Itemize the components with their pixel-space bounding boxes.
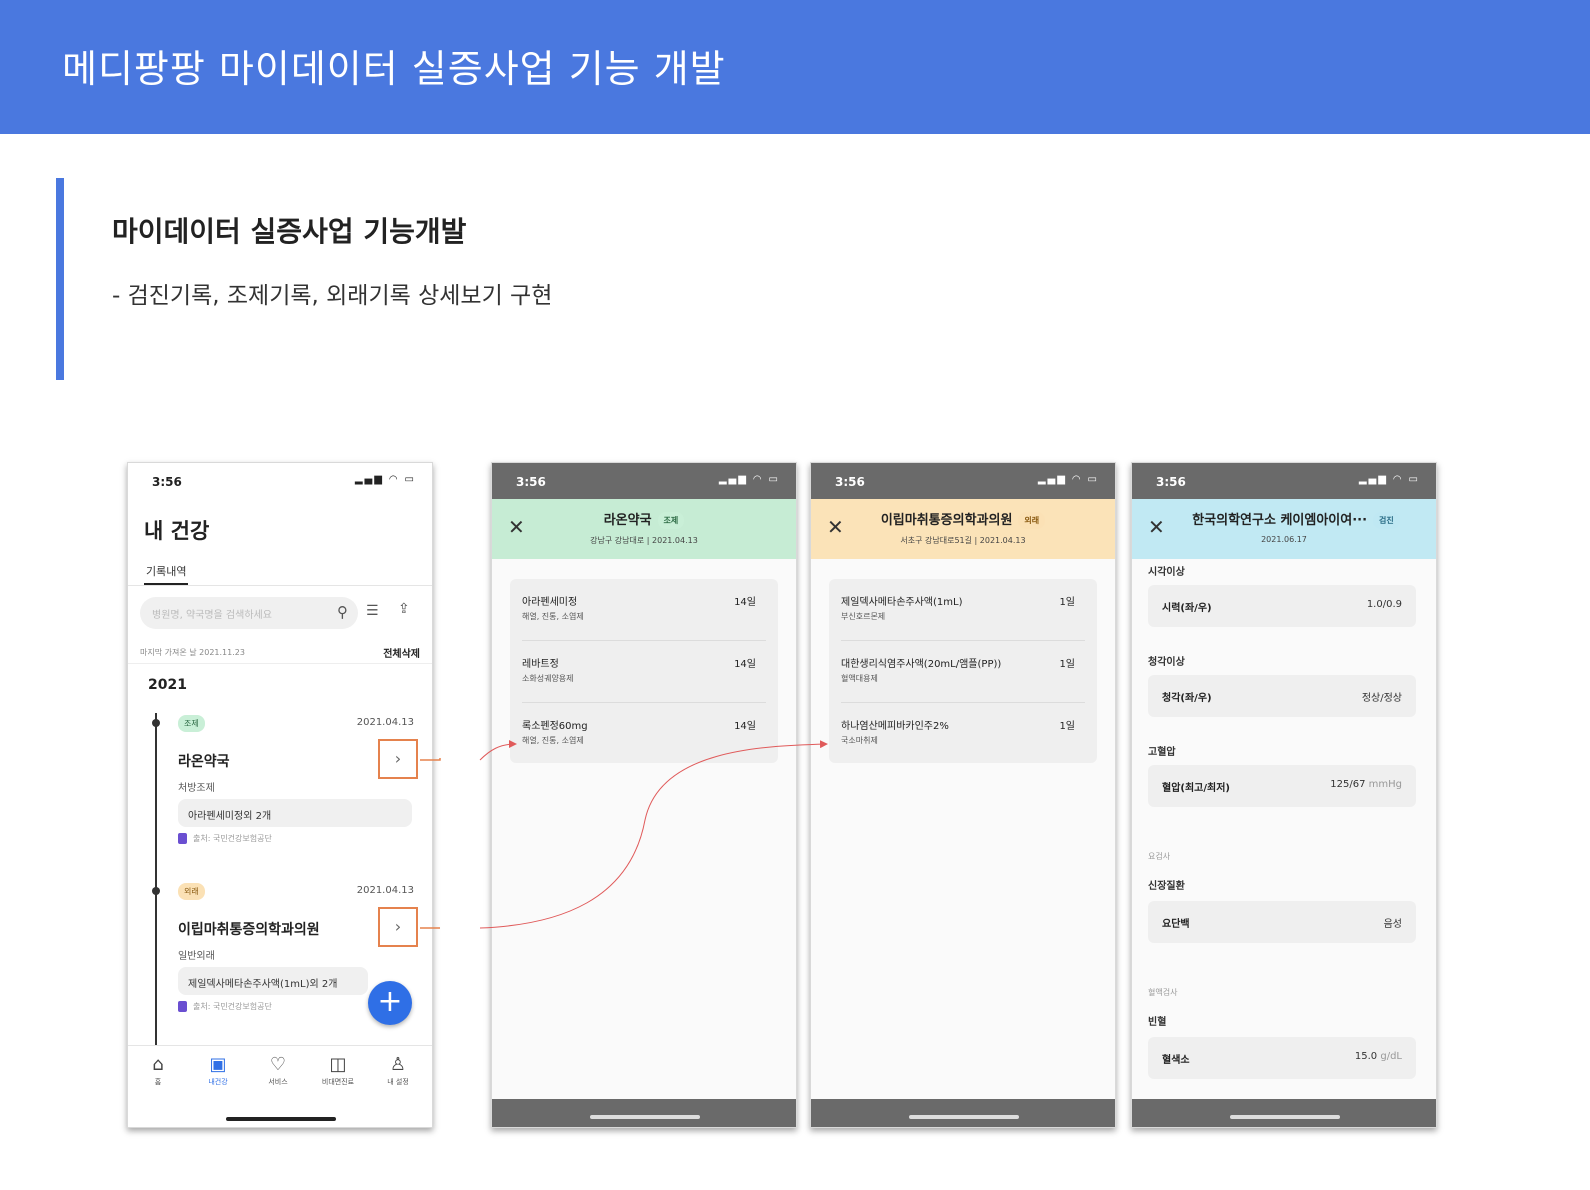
connector-arrow-pharmacy: [479, 740, 517, 761]
connector-stub: [420, 758, 441, 761]
connector-arrow-clinic: [479, 740, 828, 929]
flow-connectors: [420, 740, 828, 929]
